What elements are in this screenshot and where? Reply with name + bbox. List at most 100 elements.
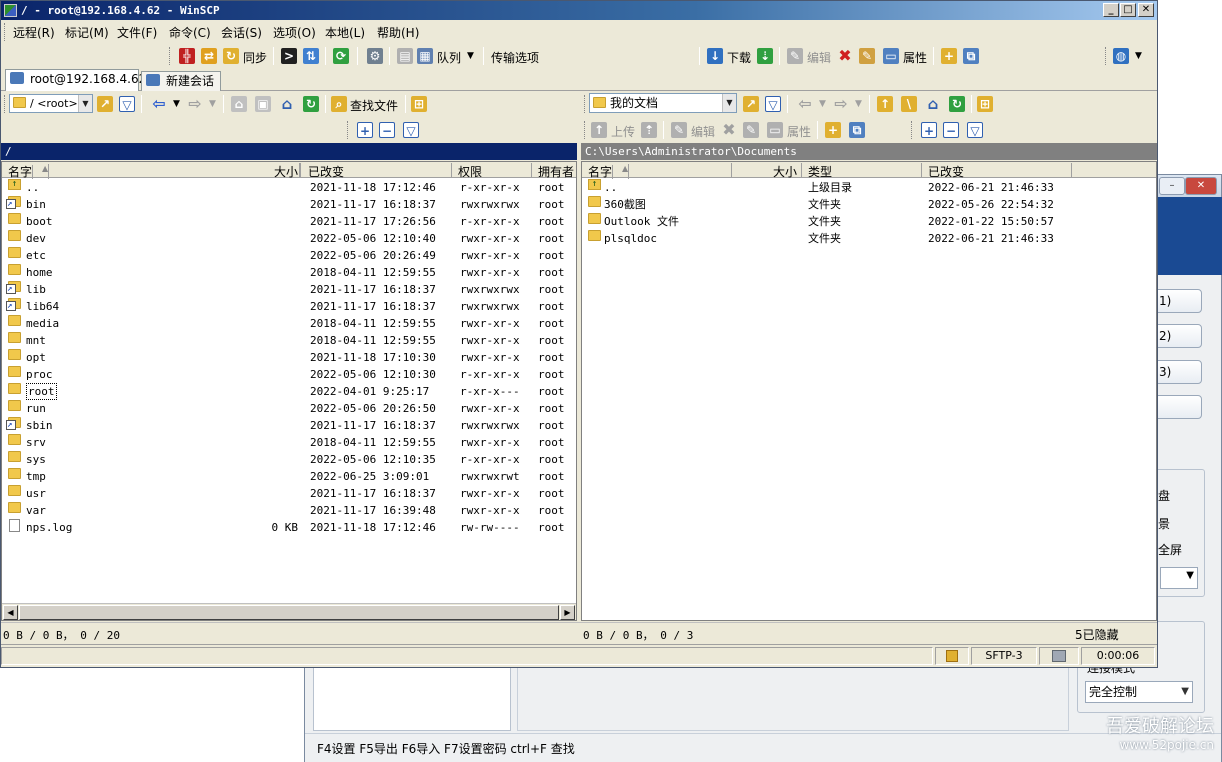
rename-icon[interactable]: ✎ [859,48,875,64]
remote-file-row[interactable]: bin 2021-11-17 16:18:37 rwxrwxrwx root [2,196,576,213]
home-icon[interactable]: ⌂ [279,96,295,112]
remote-file-row[interactable]: root 2022-04-01 9:25:17 r-xr-x--- root [2,383,576,400]
remote-file-row[interactable]: tmp 2022-06-25 3:09:01 rwxrwxrwt root [2,468,576,485]
remote-file-row[interactable]: lib64 2021-11-17 16:18:37 rwxrwxrwx root [2,298,576,315]
column-changed[interactable]: 已改变 [922,163,1072,179]
globe-dropdown-icon[interactable]: ▼ [1135,51,1142,61]
home-icon[interactable]: ⌂ [925,96,941,112]
scroll-left-arrow-icon[interactable]: ◀ [3,605,18,620]
refresh-icon[interactable]: ↻ [949,96,965,112]
remote-file-row[interactable]: nps.log 0 KB 2021-11-18 17:12:46 rw-rw---- r… [2,519,576,536]
remote-file-row[interactable]: proc 2022-05-06 12:10:30 r-xr-xr-x root [2,366,576,383]
remote-file-row[interactable]: var 2021-11-17 16:39:48 rwxr-xr-x root [2,502,576,519]
tab-session-root[interactable]: root@192.168.4.62 [5,69,146,91]
unselect-files-icon[interactable]: − [379,122,395,138]
menu-local[interactable]: 本地(L) [325,24,365,41]
download-button[interactable]: 下载 [727,49,751,66]
copy-path-icon[interactable]: ⧉ [963,48,979,64]
local-file-row[interactable]: ↑.. 上级目录 2022-06-21 21:46:33 [582,179,1156,196]
local-file-list[interactable]: 名字 ▲ 大小 类型 已改变 ↑.. 上级目录 2022-06-21 21:46:3… [581,161,1157,621]
maximize-button[interactable]: □ [1120,3,1136,17]
queue-icon[interactable]: ▦ [417,48,433,64]
remote-file-row[interactable]: sbin 2021-11-17 16:18:37 rwxrwxrwx root [2,417,576,434]
menu-commands[interactable]: 命令(C) [169,24,211,41]
minimize-button[interactable]: _ [1103,3,1119,17]
remote-directory-select[interactable]: / <root> ▼ [9,94,93,113]
remote-file-row[interactable]: usr 2021-11-17 16:18:37 rwxr-xr-x root [2,485,576,502]
queue-dropdown-icon[interactable]: ▼ [467,51,474,61]
remote-file-row[interactable]: sys 2022-05-06 12:10:35 r-xr-xr-x root [2,451,576,468]
open-directory-icon[interactable]: ↗ [743,96,759,112]
parent-directory-icon[interactable]: ↑ [877,96,893,112]
remote-file-row[interactable]: dev 2022-05-06 12:10:40 rwxr-xr-x root [2,230,576,247]
connection-mode-select[interactable]: 完全控制 ▼ [1085,681,1193,703]
remote-file-row[interactable]: opt 2021-11-18 17:10:30 rwxr-xr-x root [2,349,576,366]
properties-icon[interactable]: ▭ [883,48,899,64]
putty-icon[interactable]: ⇅ [303,48,319,64]
column-changed[interactable]: 已改变 [302,163,452,179]
download-options-icon[interactable]: ⇣ [757,48,773,64]
remote-file-row[interactable]: etc 2022-05-06 20:26:49 rwxr-xr-x root [2,247,576,264]
synchronize-icon[interactable]: ↻ [223,48,239,64]
menu-file[interactable]: 文件(F) [117,24,157,41]
root-directory-icon[interactable]: \ [901,96,917,112]
network-globe-icon[interactable]: ◍ [1113,48,1129,64]
remote-file-row[interactable]: boot 2021-11-17 17:26:56 r-xr-xr-x root [2,213,576,230]
menu-options[interactable]: 选项(O) [273,24,316,41]
background-dropdown[interactable]: ▼ [1160,567,1198,589]
terminal-icon[interactable]: > [281,48,297,64]
compare-directories-icon[interactable]: ╬ [179,48,195,64]
select-files-icon[interactable]: + [921,122,937,138]
keep-remote-up-to-date-icon[interactable]: ⟳ [333,48,349,64]
local-file-row[interactable]: 360截图 文件夹 2022-05-26 22:54:32 [582,196,1156,213]
download-icon[interactable]: ↓ [707,48,723,64]
remote-file-row[interactable]: home 2018-04-11 12:59:55 rwxr-xr-x root [2,264,576,281]
tab-new-session[interactable]: 新建会话 [141,71,221,91]
remote-file-row[interactable]: mnt 2018-04-11 12:59:55 rwxr-xr-x root [2,332,576,349]
back-dropdown-icon[interactable]: ▼ [173,99,180,109]
column-name[interactable]: 名字 ▲ [582,163,732,179]
back-arrow-icon[interactable]: ⇦ [151,96,167,112]
remote-file-list[interactable]: 名字 ▲ 大小 已改变 权限 拥有者 ↑.. 2021-11-18 17:12:4… [1,161,577,621]
filter-icon[interactable]: ▽ [765,96,781,112]
column-size[interactable]: 大小 [732,163,802,179]
background-close-button[interactable]: ✕ [1185,177,1217,195]
new-folder-icon[interactable]: + [941,48,957,64]
local-file-row[interactable]: Outlook 文件 文件夹 2022-01-22 15:50:57 [582,213,1156,230]
open-directory-icon[interactable]: ↗ [97,96,113,112]
preferences-gear-icon[interactable]: ⚙ [367,48,383,64]
refresh-icon[interactable]: ↻ [303,96,319,112]
filter-files-icon[interactable]: ▽ [403,122,419,138]
scroll-right-arrow-icon[interactable]: ▶ [560,605,575,620]
local-directory-select[interactable]: 我的文档 ▼ [589,93,737,113]
queue-button[interactable]: 队列 [437,49,461,66]
remote-file-row[interactable]: media 2018-04-11 12:59:55 rwxr-xr-x root [2,315,576,332]
column-size[interactable]: 大小 [232,163,300,179]
close-button[interactable]: ✕ [1138,3,1154,17]
column-type[interactable]: 类型 [802,163,922,179]
tree-icon[interactable]: ⊞ [411,96,427,112]
find-files-button[interactable]: 查找文件 [350,97,398,114]
tree-icon[interactable]: ⊞ [977,96,993,112]
column-owner[interactable]: 拥有者 [532,163,576,179]
remote-file-row[interactable]: lib 2021-11-17 16:18:37 rwxrwxrwx root [2,281,576,298]
new-folder-icon[interactable]: + [825,122,841,138]
properties-button[interactable]: 属性 [903,49,927,66]
menu-remote[interactable]: 远程(R) [13,24,55,41]
delete-icon[interactable]: ✖ [837,48,853,64]
remote-horizontal-scrollbar[interactable]: ◀ ▶ [2,603,576,620]
menu-mark[interactable]: 标记(M) [65,24,109,41]
unselect-files-icon[interactable]: − [943,122,959,138]
copy-path-icon[interactable]: ⧉ [849,122,865,138]
filter-icon[interactable]: ▽ [119,96,135,112]
find-files-icon[interactable]: ⌕ [331,96,347,112]
menu-help[interactable]: 帮助(H) [377,24,419,41]
remote-file-row[interactable]: srv 2018-04-11 12:59:55 rwxr-xr-x root [2,434,576,451]
remote-file-row[interactable]: ↑.. 2021-11-18 17:12:46 r-xr-xr-x root [2,179,576,196]
menu-session[interactable]: 会话(S) [221,24,262,41]
synchronize-browsing-icon[interactable]: ⇄ [201,48,217,64]
hidden-files-count[interactable]: 5已隐藏 [1075,626,1119,643]
background-minimize-button[interactable]: – [1159,177,1185,195]
remote-file-row[interactable]: run 2022-05-06 20:26:50 rwxr-xr-x root [2,400,576,417]
filter-files-icon[interactable]: ▽ [967,122,983,138]
